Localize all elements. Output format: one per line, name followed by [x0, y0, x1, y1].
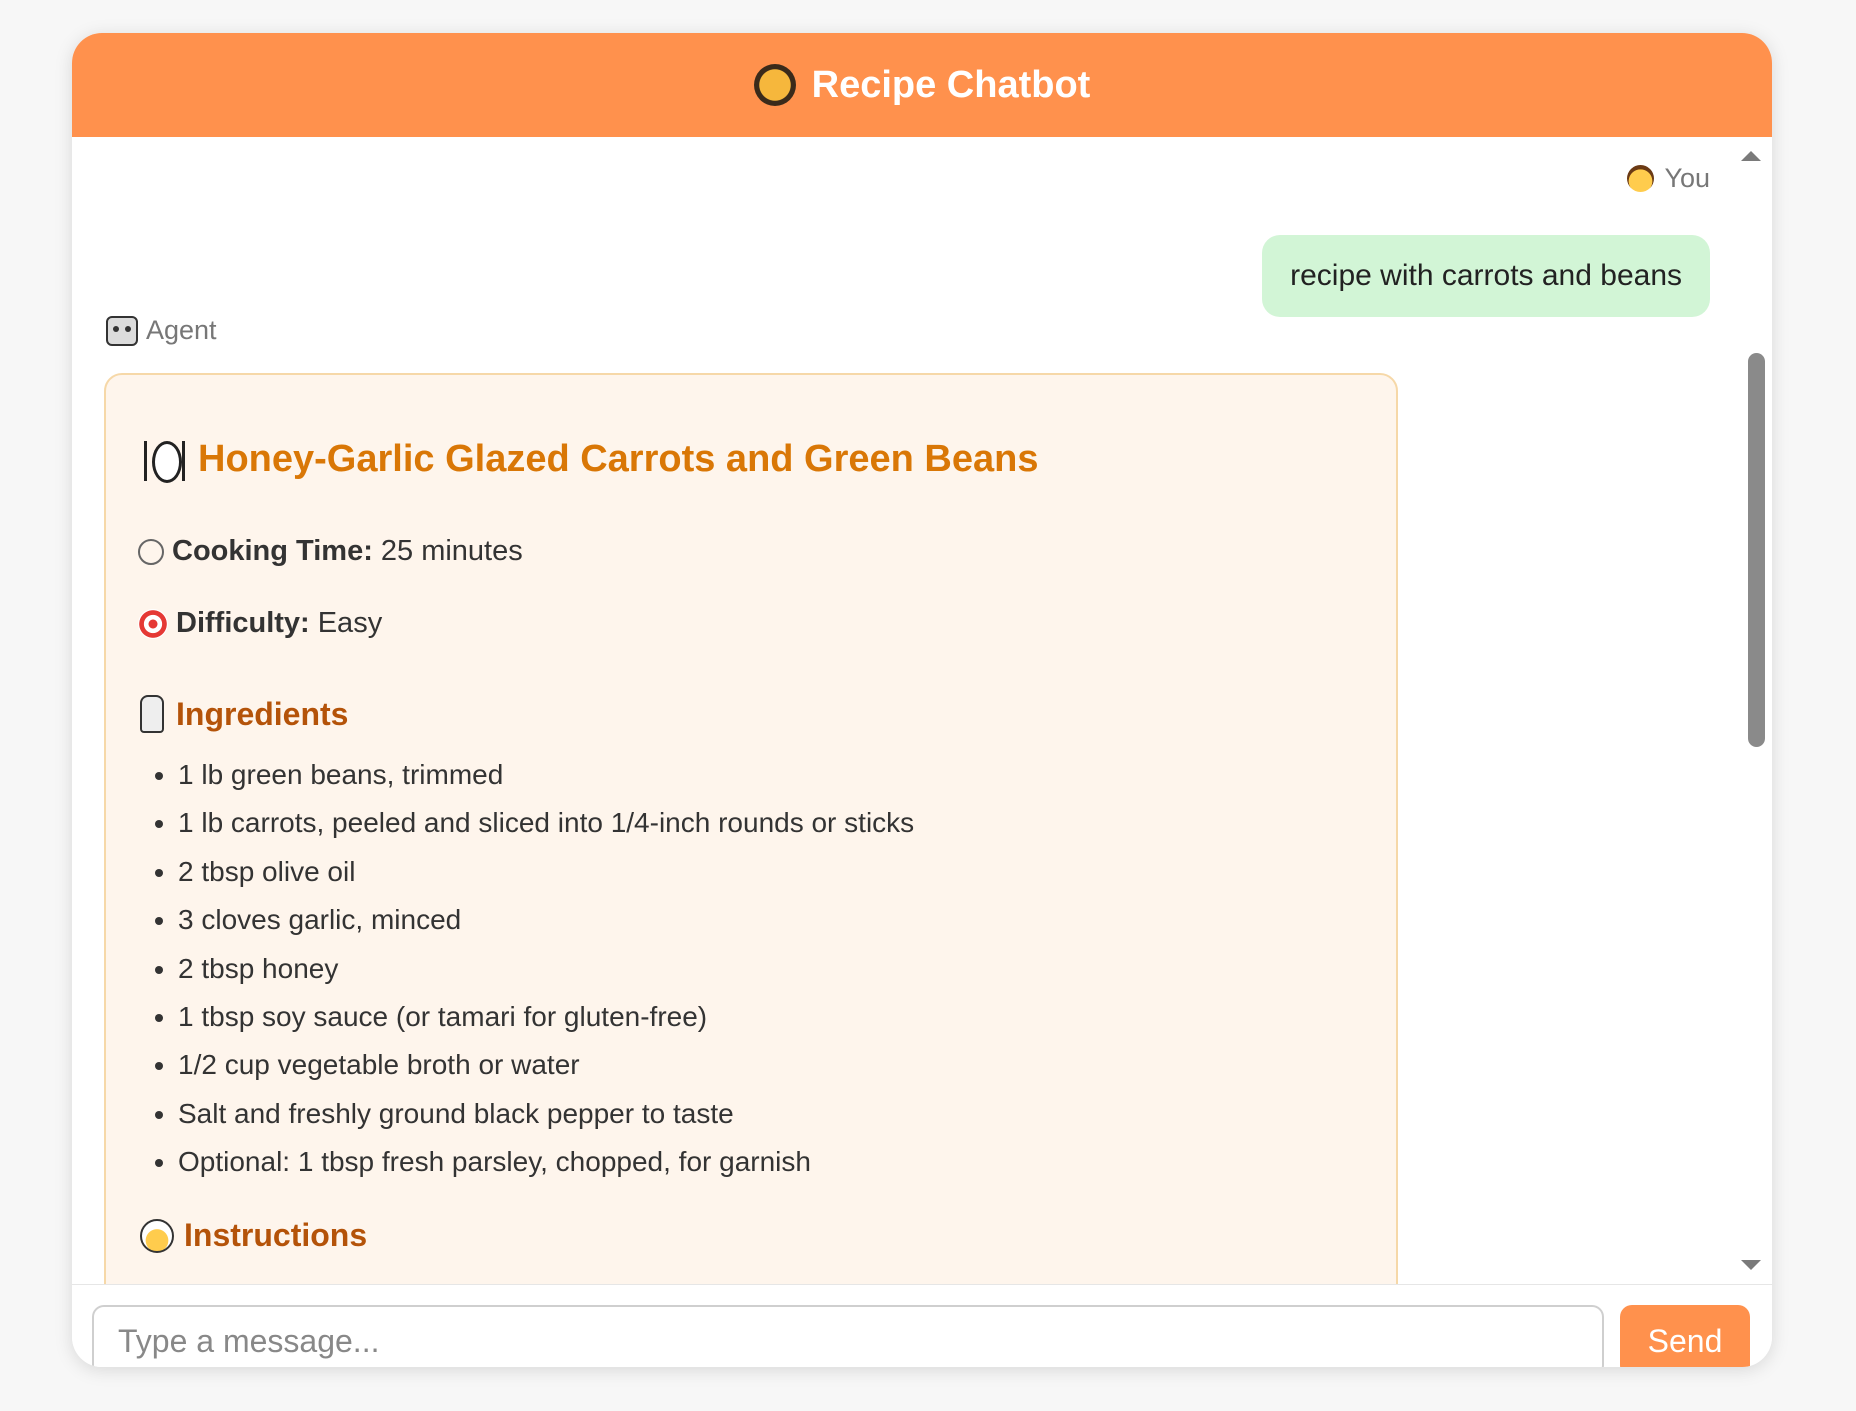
difficulty-value: Easy: [317, 607, 383, 639]
chef-icon: [140, 1218, 174, 1253]
instructions-heading: Instructions: [140, 1217, 367, 1254]
send-button[interactable]: Send: [1620, 1305, 1750, 1367]
list-item: 2 tbsp olive oil: [178, 848, 914, 896]
list-item: 1/2 cup vegetable broth or water: [178, 1041, 914, 1089]
cooking-time-value: 25 minutes: [380, 535, 523, 567]
user-sender-label: You: [1627, 163, 1710, 194]
scroll-up-arrow[interactable]: [1741, 151, 1761, 161]
cooking-time: Cooking Time: 25 minutes: [138, 535, 523, 568]
list-item: Salt and freshly ground black pepper to …: [178, 1090, 914, 1138]
list-item: 3 cloves garlic, minced: [178, 896, 914, 944]
list-item: Optional: 1 tbsp fresh parsley, chopped,…: [178, 1138, 914, 1186]
list-item: 1 lb carrots, peeled and sliced into 1/4…: [178, 799, 914, 847]
robot-icon: [106, 315, 138, 346]
recipe-title-text: Honey-Garlic Glazed Carrots and Green Be…: [198, 437, 1039, 480]
app-title: Recipe Chatbot: [811, 63, 1091, 106]
list-item: 1 tbsp soy sauce (or tamari for gluten-f…: [178, 993, 914, 1041]
list-item: 2 tbsp honey: [178, 945, 914, 993]
message-list[interactable]: You recipe with carrots and beans Agent …: [72, 137, 1772, 1284]
agent-sender-label: Agent: [106, 315, 217, 346]
chat-window: Recipe Chatbot You recipe with carrots a…: [72, 33, 1772, 1367]
scroll-down-arrow[interactable]: [1741, 1260, 1761, 1270]
message-input[interactable]: [92, 1305, 1604, 1367]
user-sender-name: You: [1664, 163, 1710, 193]
ingredients-heading-text: Ingredients: [176, 695, 349, 732]
scrollbar-thumb[interactable]: [1748, 353, 1765, 747]
list-item: 1 lb green beans, trimmed: [178, 751, 914, 799]
ingredients-heading: Ingredients: [140, 695, 348, 733]
instructions-heading-text: Instructions: [184, 1217, 368, 1253]
recipe-title: Honey-Garlic Glazed Carrots and Green Be…: [142, 437, 1039, 483]
stopwatch-icon: [138, 538, 164, 565]
ingredients-list: 1 lb green beans, trimmed 1 lb carrots, …: [146, 751, 914, 1187]
cooking-time-label: Cooking Time:: [172, 535, 373, 567]
chat-header: Recipe Chatbot: [72, 33, 1772, 137]
paella-pan-icon: [753, 64, 796, 106]
recipe-card: Honey-Garlic Glazed Carrots and Green Be…: [104, 373, 1398, 1284]
person-face-icon: [1627, 165, 1655, 192]
user-message-bubble: recipe with carrots and beans: [1262, 235, 1710, 317]
direct-hit-target-icon: [138, 608, 168, 639]
difficulty-label: Difficulty:: [176, 607, 310, 639]
difficulty: Difficulty: Easy: [138, 607, 382, 640]
fork-knife-plate-icon: [142, 437, 186, 483]
agent-sender-name: Agent: [146, 315, 217, 345]
composer-bar: Send: [72, 1284, 1772, 1367]
salt-shaker-icon: [140, 695, 164, 733]
